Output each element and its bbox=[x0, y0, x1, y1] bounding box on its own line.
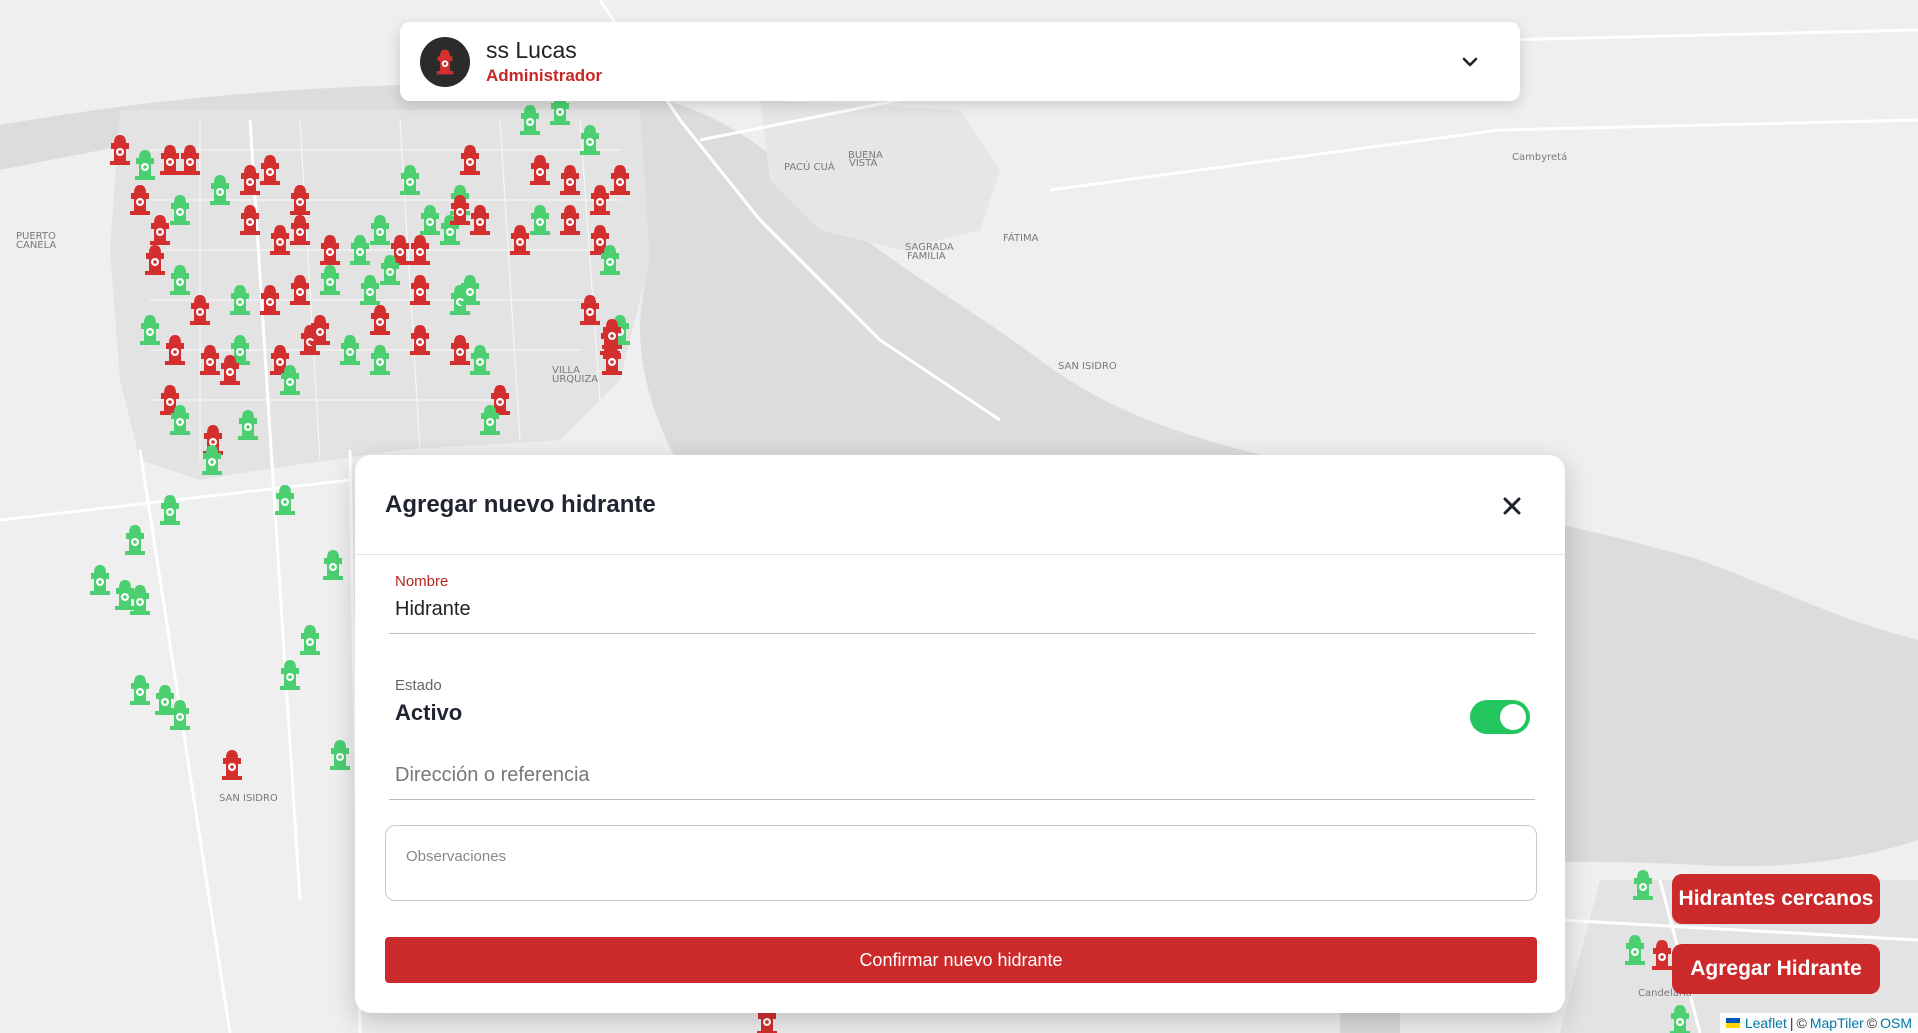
attrib-copyright-2: © bbox=[1866, 1015, 1878, 1031]
svg-text:CANELA: CANELA bbox=[16, 240, 56, 251]
direccion-underline bbox=[389, 799, 1535, 800]
svg-text:VISTA: VISTA bbox=[849, 158, 877, 169]
observaciones-placeholder: Observaciones bbox=[406, 848, 507, 865]
chevron-down-icon[interactable] bbox=[1460, 52, 1480, 72]
avatar bbox=[420, 36, 470, 87]
modal-title: Agregar nuevo hidrante bbox=[385, 491, 656, 518]
nombre-underline bbox=[389, 633, 1535, 634]
estado-value: Activo bbox=[395, 700, 463, 725]
user-name: ss Lucas bbox=[486, 36, 577, 63]
leaflet-link[interactable]: Leaflet bbox=[1745, 1015, 1787, 1031]
osm-link[interactable]: OSM bbox=[1880, 1015, 1912, 1031]
nearby-hydrants-button[interactable]: Hidrantes cercanos bbox=[1672, 874, 1880, 924]
close-icon[interactable] bbox=[1499, 493, 1525, 519]
maptiler-link[interactable]: MapTiler bbox=[1810, 1015, 1864, 1031]
toggle-knob bbox=[1500, 704, 1526, 730]
estado-toggle[interactable] bbox=[1470, 700, 1530, 734]
user-role: Administrador bbox=[486, 65, 603, 85]
estado-label: Estado bbox=[395, 677, 442, 694]
hydrant-logo-icon bbox=[432, 48, 458, 76]
nombre-label: Nombre bbox=[395, 573, 449, 590]
svg-text:PACÚ CUÁ: PACÚ CUÁ bbox=[784, 160, 835, 173]
add-hydrant-button[interactable]: Agregar Hidrante bbox=[1672, 944, 1880, 994]
map-attribution: Leaflet | © MapTiler © OSM bbox=[1719, 1013, 1918, 1033]
modal-header: Agregar nuevo hidrante bbox=[355, 455, 1565, 555]
ukraine-flag-icon bbox=[1725, 1018, 1740, 1028]
svg-text:URQUIZA: URQUIZA bbox=[552, 374, 598, 385]
nombre-input[interactable]: Hidrante bbox=[395, 598, 471, 621]
attrib-copyright-1: © bbox=[1796, 1015, 1807, 1031]
attrib-separator: | bbox=[1789, 1015, 1794, 1031]
add-hydrant-modal: Agregar nuevo hidrante Nombre Hidrante E… bbox=[355, 455, 1565, 1013]
svg-text:FÁTIMA: FÁTIMA bbox=[1003, 231, 1039, 244]
user-card[interactable]: ss Lucas Administrador bbox=[400, 22, 1520, 101]
svg-text:FAMILIA: FAMILIA bbox=[907, 251, 946, 262]
svg-text:Cambyretá: Cambyretá bbox=[1512, 151, 1567, 163]
svg-text:SAN ISIDRO: SAN ISIDRO bbox=[219, 793, 278, 804]
direccion-input[interactable]: Dirección o referencia bbox=[395, 764, 590, 787]
observaciones-textarea[interactable]: Observaciones bbox=[385, 825, 1537, 901]
svg-text:SAN ISIDRO: SAN ISIDRO bbox=[1058, 361, 1117, 372]
confirm-button[interactable]: Confirmar nuevo hidrante bbox=[385, 937, 1537, 983]
